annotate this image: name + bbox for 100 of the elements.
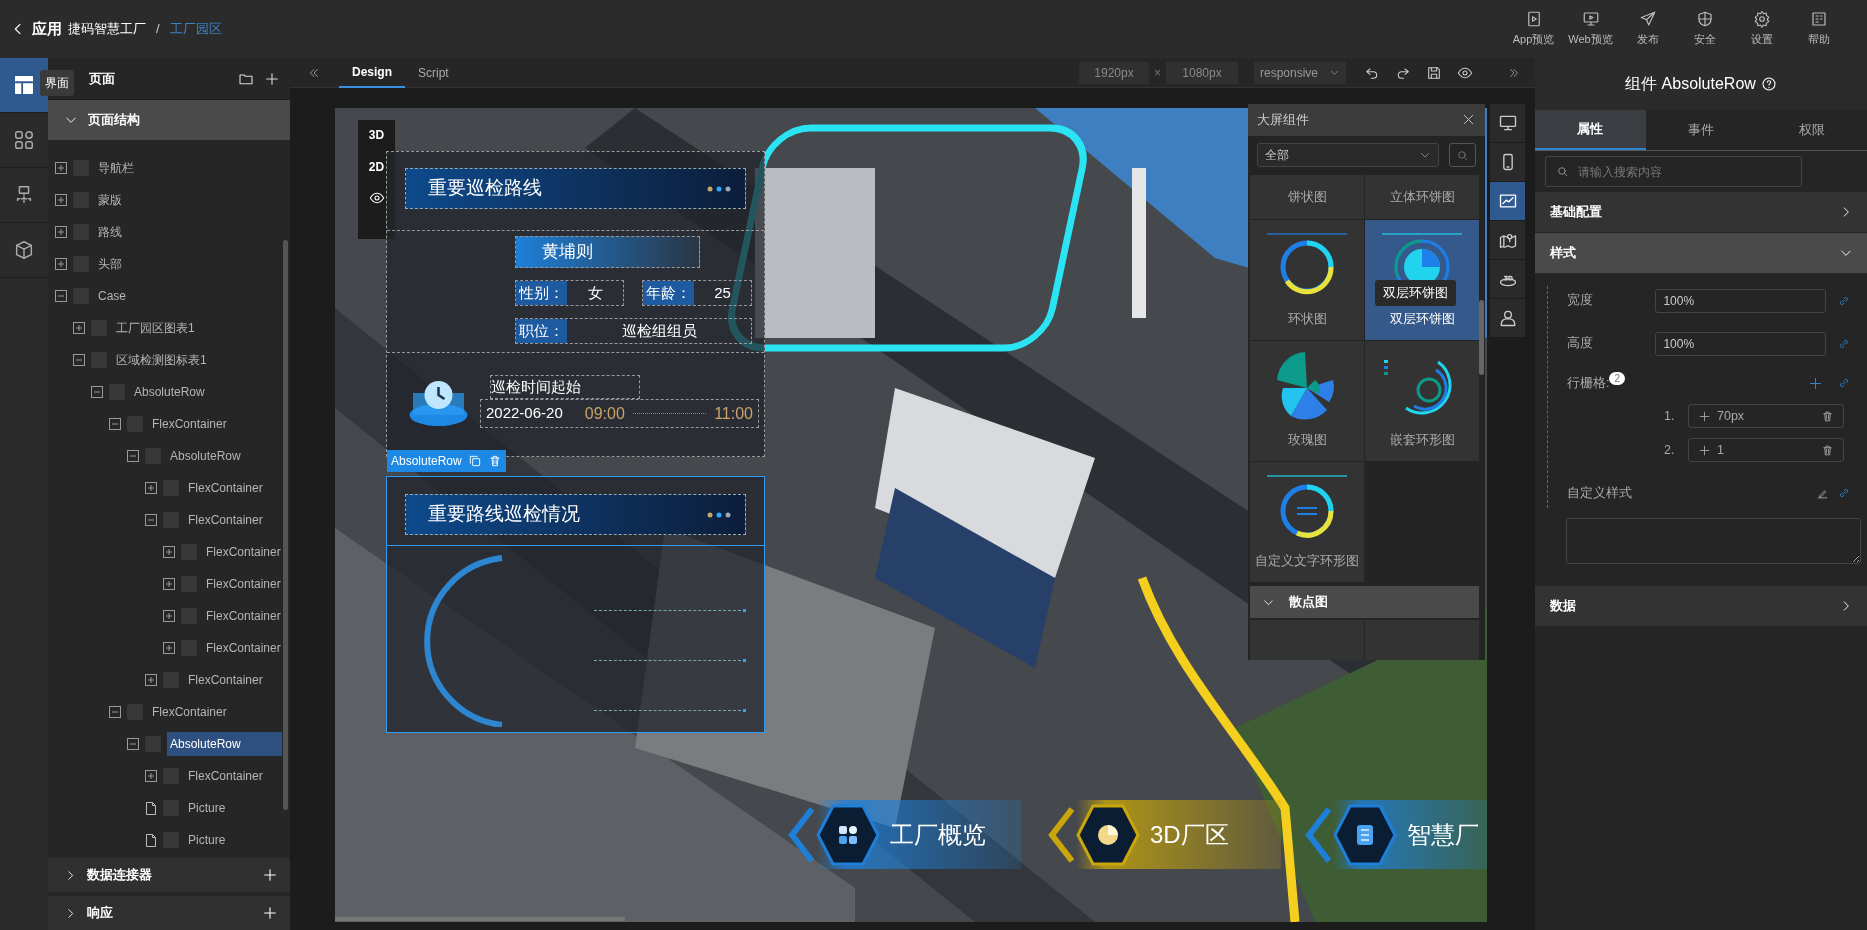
section-header[interactable]: 数据 (1535, 586, 1867, 626)
nav-button[interactable]: 智慧厂 (1303, 800, 1487, 869)
section-header[interactable]: 数据连接器 (48, 858, 290, 892)
link-icon[interactable] (1837, 486, 1851, 500)
collapse-icon[interactable] (55, 290, 67, 302)
section-header[interactable]: 响应 (48, 896, 290, 930)
dock-tab[interactable] (1490, 221, 1525, 259)
dock-tab[interactable] (1490, 143, 1525, 181)
tree-item[interactable]: FlexContainer (203, 636, 284, 660)
tab[interactable]: Design (339, 57, 405, 88)
expand-icon[interactable] (145, 482, 157, 494)
input-field[interactable]: 100% (1655, 288, 1827, 313)
expand-icon[interactable] (55, 226, 67, 238)
tree-item[interactable]: 导航栏 (95, 156, 282, 180)
tree-item[interactable]: FlexContainer (149, 700, 282, 724)
collapse-icon[interactable] (73, 354, 85, 366)
view-mode-button[interactable]: 2D (368, 158, 385, 176)
expand-icon[interactable] (73, 322, 85, 334)
tree-item[interactable]: Picture (185, 828, 282, 852)
tree-item[interactable]: 区域检测图标表1 (113, 348, 282, 372)
copy-icon[interactable] (467, 454, 482, 468)
chart-tile[interactable]: 立体环饼图 (1365, 175, 1479, 219)
selection-tag[interactable]: AbsoluteRow (387, 450, 506, 472)
add-icon[interactable] (1698, 443, 1711, 457)
dock-tab[interactable] (1490, 260, 1525, 298)
toolbar-button[interactable]: 发布 (1619, 10, 1676, 48)
grid-row-field[interactable]: 70px (1688, 404, 1844, 428)
back-link[interactable]: 应用 (32, 17, 62, 41)
tree-item[interactable]: AbsoluteRow (167, 444, 282, 468)
expand-icon[interactable] (55, 162, 67, 174)
nav-button[interactable]: 工厂概览 (786, 800, 1021, 869)
collapse-icon[interactable] (127, 450, 139, 462)
section-header[interactable]: 样式 (1535, 233, 1867, 273)
expand-icon[interactable] (55, 258, 67, 270)
grid-row-field[interactable]: 1 (1688, 438, 1844, 462)
height-field[interactable]: 1080px (1166, 61, 1238, 84)
save-icon[interactable] (1426, 64, 1442, 81)
toolbar-button[interactable]: 帮助 (1790, 10, 1847, 48)
tree-item[interactable]: 工厂园区图表1 (113, 316, 282, 340)
toolbar-button[interactable]: 安全 (1676, 10, 1733, 48)
toolbar-button[interactable]: Web预览 (1562, 10, 1619, 48)
tab[interactable]: Script (405, 57, 462, 88)
eye-icon[interactable] (368, 190, 385, 206)
toolbar-button[interactable]: App预览 (1505, 10, 1562, 48)
collapse-icon[interactable] (109, 418, 121, 430)
chart-tile[interactable]: 环状图 (1250, 220, 1364, 340)
tree-item[interactable]: FlexContainer (149, 412, 282, 436)
chart-tile[interactable] (1365, 620, 1479, 660)
expand-icon[interactable] (163, 610, 175, 622)
chart-tile[interactable]: 饼状图 (1250, 175, 1364, 219)
tree-item[interactable]: FlexContainer (203, 572, 284, 596)
add-icon[interactable] (262, 867, 278, 883)
toolbar-button[interactable]: 设置 (1733, 10, 1790, 48)
add-icon[interactable] (262, 905, 278, 921)
delete-icon[interactable] (1821, 409, 1834, 423)
tab[interactable]: 权限 (1756, 110, 1867, 150)
tree-item[interactable]: Case (95, 284, 282, 308)
section-header[interactable]: 页面结构 (48, 100, 290, 140)
chart-tile[interactable]: 自定义文字环形图 (1250, 462, 1364, 582)
input-field[interactable]: 100% (1655, 331, 1827, 356)
tree-item[interactable]: FlexContainer (203, 540, 284, 564)
tree-item[interactable]: 头部 (95, 252, 282, 276)
collapse-icon[interactable] (109, 706, 121, 718)
tree-item[interactable]: Picture (185, 796, 282, 820)
view-mode-button[interactable]: 3D (368, 126, 385, 144)
mode-dropdown[interactable]: responsive (1254, 61, 1346, 84)
dock-tab[interactable] (1490, 104, 1525, 142)
expand-icon[interactable] (55, 194, 67, 206)
add-icon[interactable] (1808, 375, 1823, 391)
tree-item[interactable]: FlexContainer (185, 764, 282, 788)
filter-dropdown[interactable]: 全部 (1257, 143, 1439, 168)
chart-tile[interactable]: 嵌套环形图 (1365, 341, 1479, 461)
expand-icon[interactable] (163, 578, 175, 590)
tree-item[interactable]: AbsoluteRow (167, 732, 282, 756)
tree-item[interactable]: FlexContainer (185, 508, 282, 532)
expand-icon[interactable] (145, 674, 157, 686)
dock-tab[interactable] (1490, 299, 1525, 337)
link-icon[interactable] (1837, 376, 1851, 390)
search-field[interactable]: 请输入搜索内容 (1545, 156, 1802, 187)
tree-item[interactable]: AbsoluteRow (131, 380, 282, 404)
chart-tile[interactable]: 玫瑰图 (1250, 341, 1364, 461)
breadcrumb-current[interactable]: 工厂园区 (169, 19, 222, 39)
expand-icon[interactable] (163, 642, 175, 654)
expand-icon[interactable] (145, 770, 157, 782)
section-header[interactable]: 散点图 (1250, 586, 1479, 618)
tree-item[interactable]: 蒙版 (95, 188, 282, 212)
tab[interactable]: 属性 (1535, 110, 1646, 150)
width-field[interactable]: 1920px (1079, 61, 1149, 84)
tree-item[interactable]: FlexContainer (185, 476, 282, 500)
expand-icon[interactable] (163, 546, 175, 558)
tree-item[interactable]: 路线 (95, 220, 282, 244)
help-icon[interactable] (1760, 76, 1777, 92)
delete-icon[interactable] (487, 454, 502, 468)
tree-item[interactable]: FlexContainer (185, 668, 282, 692)
tree-item[interactable]: FlexContainer (203, 604, 284, 628)
add-icon[interactable] (264, 70, 280, 87)
section-header[interactable]: 基础配置 (1535, 192, 1867, 232)
delete-icon[interactable] (1821, 443, 1834, 457)
tab[interactable]: 事件 (1645, 110, 1757, 150)
nav-button[interactable]: 3D厂区 (1046, 800, 1281, 869)
